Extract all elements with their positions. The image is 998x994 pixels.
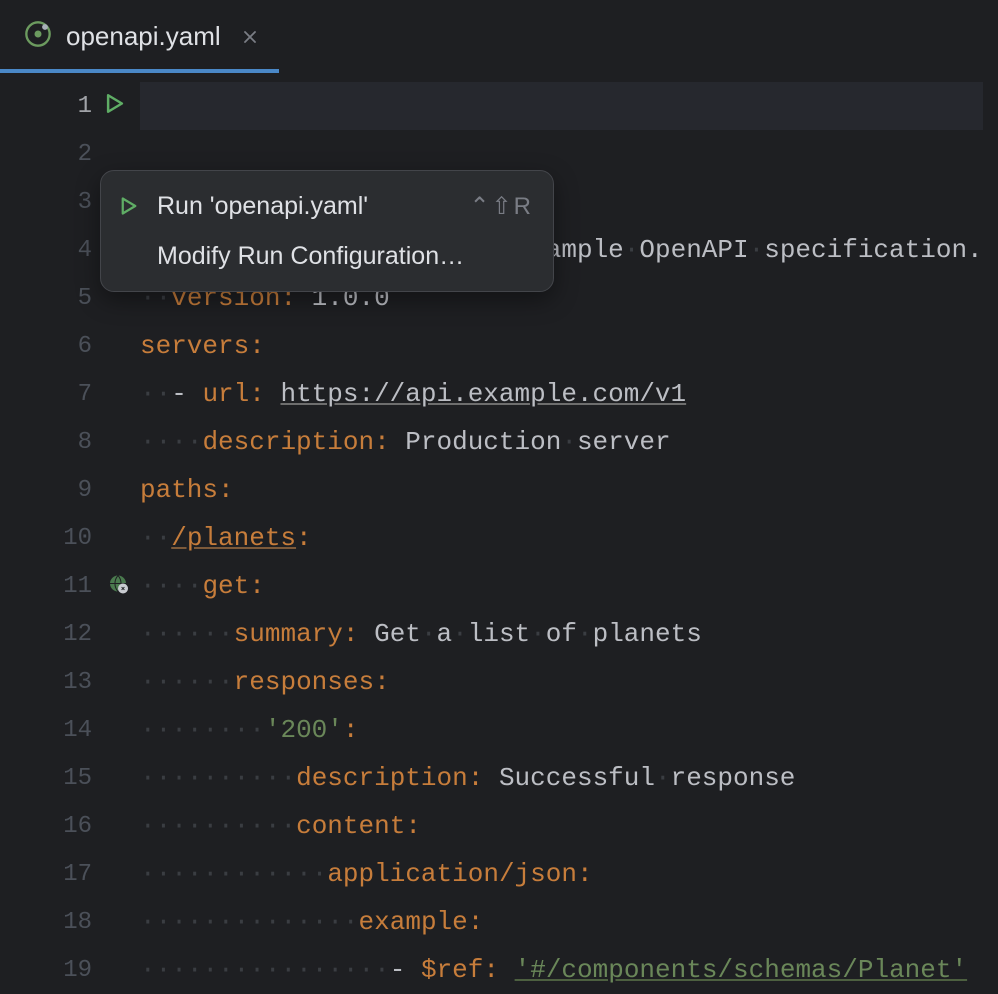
code-line[interactable]: ····description: Production·server — [140, 418, 983, 466]
tab-openapi[interactable]: openapi.yaml — [0, 0, 279, 73]
menu-modify-config[interactable]: Modify Run Configuration… — [101, 231, 553, 281]
line-number: 2 — [78, 141, 92, 168]
line-number: 4 — [78, 237, 92, 264]
code-line[interactable]: ············application/json: — [140, 850, 983, 898]
line-number: 1 — [78, 93, 92, 120]
gutter-line[interactable]: 6 — [0, 322, 100, 370]
code-line[interactable]: ······summary: Get·a·list·of·planets — [140, 610, 983, 658]
gutter-line[interactable]: 19 — [0, 946, 100, 994]
tab-bar: openapi.yaml — [0, 0, 998, 74]
line-number: 11 — [63, 573, 92, 600]
gutter-line[interactable]: 9 — [0, 466, 100, 514]
line-number: 19 — [63, 957, 92, 984]
blank-icon — [119, 245, 141, 267]
menu-modify-label: Modify Run Configuration… — [157, 242, 533, 271]
gutter-line[interactable]: 17 — [0, 850, 100, 898]
line-number: 12 — [63, 621, 92, 648]
gutter-endpoint-icon[interactable] — [108, 574, 128, 599]
line-number: 3 — [78, 189, 92, 216]
close-icon[interactable] — [241, 28, 259, 46]
gutter-line[interactable]: 3 — [0, 178, 100, 226]
openapi-file-icon — [24, 20, 52, 53]
code-line[interactable]: ················- $ref: '#/components/sc… — [140, 946, 983, 994]
gutter-line[interactable]: 16 — [0, 802, 100, 850]
line-number: 14 — [63, 717, 92, 744]
code-line[interactable]: ········'200': — [140, 706, 983, 754]
line-number: 8 — [78, 429, 92, 456]
code-line[interactable]: ······responses: — [140, 658, 983, 706]
gutter-line[interactable]: 12 — [0, 610, 100, 658]
line-number: 18 — [63, 909, 92, 936]
line-number: 9 — [78, 477, 92, 504]
gutter-line[interactable]: 8 — [0, 418, 100, 466]
gutter-line[interactable]: 2 — [0, 130, 100, 178]
menu-run-shortcut: ⌃⇧R — [469, 192, 533, 221]
code-line[interactable]: servers: — [140, 322, 983, 370]
gutter: 12345678910111213141516171819 — [0, 74, 100, 992]
line-number: 13 — [63, 669, 92, 696]
gutter-line[interactable]: 10 — [0, 514, 100, 562]
code-line[interactable]: ··········content: — [140, 802, 983, 850]
code-line[interactable]: ··- url: https://api.example.com/v1 — [140, 370, 983, 418]
line-number: 7 — [78, 381, 92, 408]
code-line[interactable]: paths: — [140, 466, 983, 514]
gutter-line[interactable]: 13 — [0, 658, 100, 706]
editor: 12345678910111213141516171819 ··descript… — [0, 74, 998, 992]
line-number: 15 — [63, 765, 92, 792]
line-number: 10 — [63, 525, 92, 552]
gutter-line[interactable]: 4 — [0, 226, 100, 274]
code-line[interactable]: ····get: — [140, 562, 983, 610]
line-number: 5 — [78, 285, 92, 312]
gutter-run-icon[interactable] — [104, 93, 126, 120]
tab-label: openapi.yaml — [66, 21, 221, 52]
line-number: 17 — [63, 861, 92, 888]
code-line[interactable]: ··············example: — [140, 898, 983, 946]
gutter-line[interactable]: 11 — [0, 562, 100, 610]
line-number: 16 — [63, 813, 92, 840]
code-line[interactable]: ··/planets: — [140, 514, 983, 562]
code-line[interactable]: ··········description: Successful·respon… — [140, 754, 983, 802]
play-icon — [119, 195, 141, 217]
code-line[interactable] — [140, 82, 983, 130]
gutter-line[interactable]: 15 — [0, 754, 100, 802]
menu-run-label: Run 'openapi.yaml' — [157, 192, 453, 221]
gutter-line[interactable]: 1 — [0, 82, 100, 130]
line-number: 6 — [78, 333, 92, 360]
gutter-line[interactable]: 14 — [0, 706, 100, 754]
gutter-line[interactable]: 5 — [0, 274, 100, 322]
gutter-line[interactable]: 18 — [0, 898, 100, 946]
menu-run[interactable]: Run 'openapi.yaml' ⌃⇧R — [101, 181, 553, 231]
gutter-line[interactable]: 7 — [0, 370, 100, 418]
run-context-menu: Run 'openapi.yaml' ⌃⇧R Modify Run Config… — [100, 170, 554, 292]
